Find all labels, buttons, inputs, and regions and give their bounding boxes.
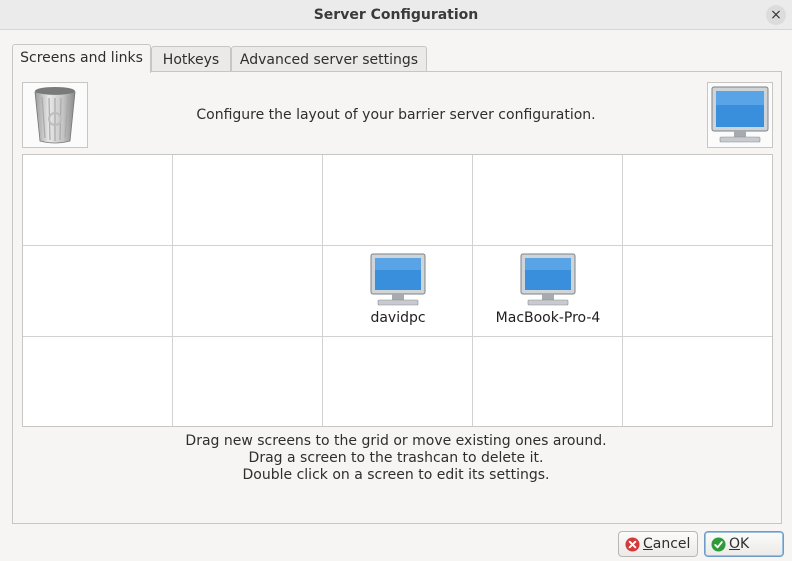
trashcan-drop-target[interactable]	[22, 82, 88, 148]
screen-layout-grid[interactable]: davidpc MacBook-Pro-4	[22, 154, 773, 427]
grid-divider	[23, 336, 772, 337]
monitor-icon	[520, 253, 576, 306]
new-screen-drag-source[interactable]	[707, 82, 773, 148]
screen-name: davidpc	[370, 310, 426, 326]
monitor-icon	[370, 253, 426, 306]
intro-text: Configure the layout of your barrier ser…	[196, 107, 596, 123]
tab-screens-and-links[interactable]: Screens and links	[12, 44, 151, 73]
screen-macbook-pro-4[interactable]: MacBook-Pro-4	[478, 248, 618, 336]
help-text-line: Drag a screen to the trashcan to delete …	[248, 450, 544, 466]
cancel-icon	[625, 537, 640, 552]
ok-label: OK	[729, 536, 750, 552]
monitor-icon	[711, 86, 769, 143]
grid-divider	[622, 155, 623, 426]
close-button[interactable]: ×	[766, 5, 786, 25]
ok-check-icon	[711, 537, 726, 552]
cancel-label: Cancel	[643, 536, 691, 552]
grid-divider	[472, 155, 473, 426]
tab-advanced-server-settings[interactable]: Advanced server settings	[231, 46, 427, 72]
window-title: Server Configuration	[313, 7, 479, 23]
grid-divider	[23, 245, 772, 246]
trashcan-icon	[34, 87, 76, 144]
ok-button[interactable]: OK	[704, 531, 784, 557]
cancel-button[interactable]: Cancel	[618, 531, 698, 557]
tab-hotkeys[interactable]: Hotkeys	[151, 46, 231, 72]
screen-name: MacBook-Pro-4	[495, 310, 601, 326]
title-bar: Server Configuration ×	[0, 0, 792, 30]
grid-divider	[322, 155, 323, 426]
help-text-line: Drag new screens to the grid or move exi…	[185, 433, 607, 449]
grid-divider	[172, 155, 173, 426]
help-text-line: Double click on a screen to edit its set…	[242, 467, 550, 483]
screen-davidpc[interactable]: davidpc	[328, 248, 468, 336]
